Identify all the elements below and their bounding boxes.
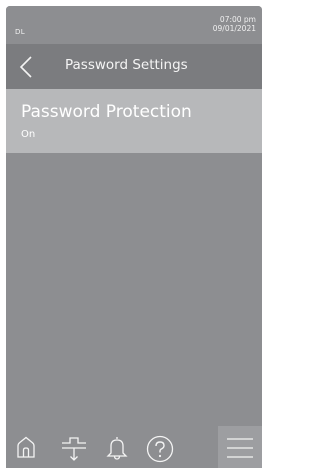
menu-icon	[227, 438, 253, 458]
bell-icon	[106, 437, 128, 460]
clock-date: 09/01/2021	[212, 24, 256, 33]
notifications-button[interactable]	[96, 426, 136, 468]
help-button[interactable]	[138, 426, 178, 468]
drain-button[interactable]	[52, 426, 92, 468]
status-bar: DL 07:00 pm 09/01/2021	[6, 6, 262, 44]
setting-value: On	[21, 129, 36, 140]
help-icon	[146, 435, 174, 463]
home-button[interactable]	[6, 426, 46, 468]
device-screen: DL 07:00 pm 09/01/2021 Password Settings…	[6, 6, 262, 468]
page-title: Password Settings	[65, 57, 188, 73]
page-header: Password Settings	[6, 44, 262, 89]
drain-icon	[62, 437, 86, 461]
device-id: DL	[15, 28, 25, 36]
home-icon	[17, 436, 35, 458]
bottom-nav	[6, 426, 262, 468]
chevron-left-icon	[19, 56, 32, 78]
back-button[interactable]	[14, 53, 42, 81]
setting-label: Password Protection	[21, 102, 192, 122]
menu-button[interactable]	[218, 426, 262, 468]
setting-password-protection[interactable]: Password Protection On	[6, 89, 262, 153]
clock-time: 07:00 pm	[219, 15, 256, 24]
clock: 07:00 pm 09/01/2021	[213, 15, 256, 33]
